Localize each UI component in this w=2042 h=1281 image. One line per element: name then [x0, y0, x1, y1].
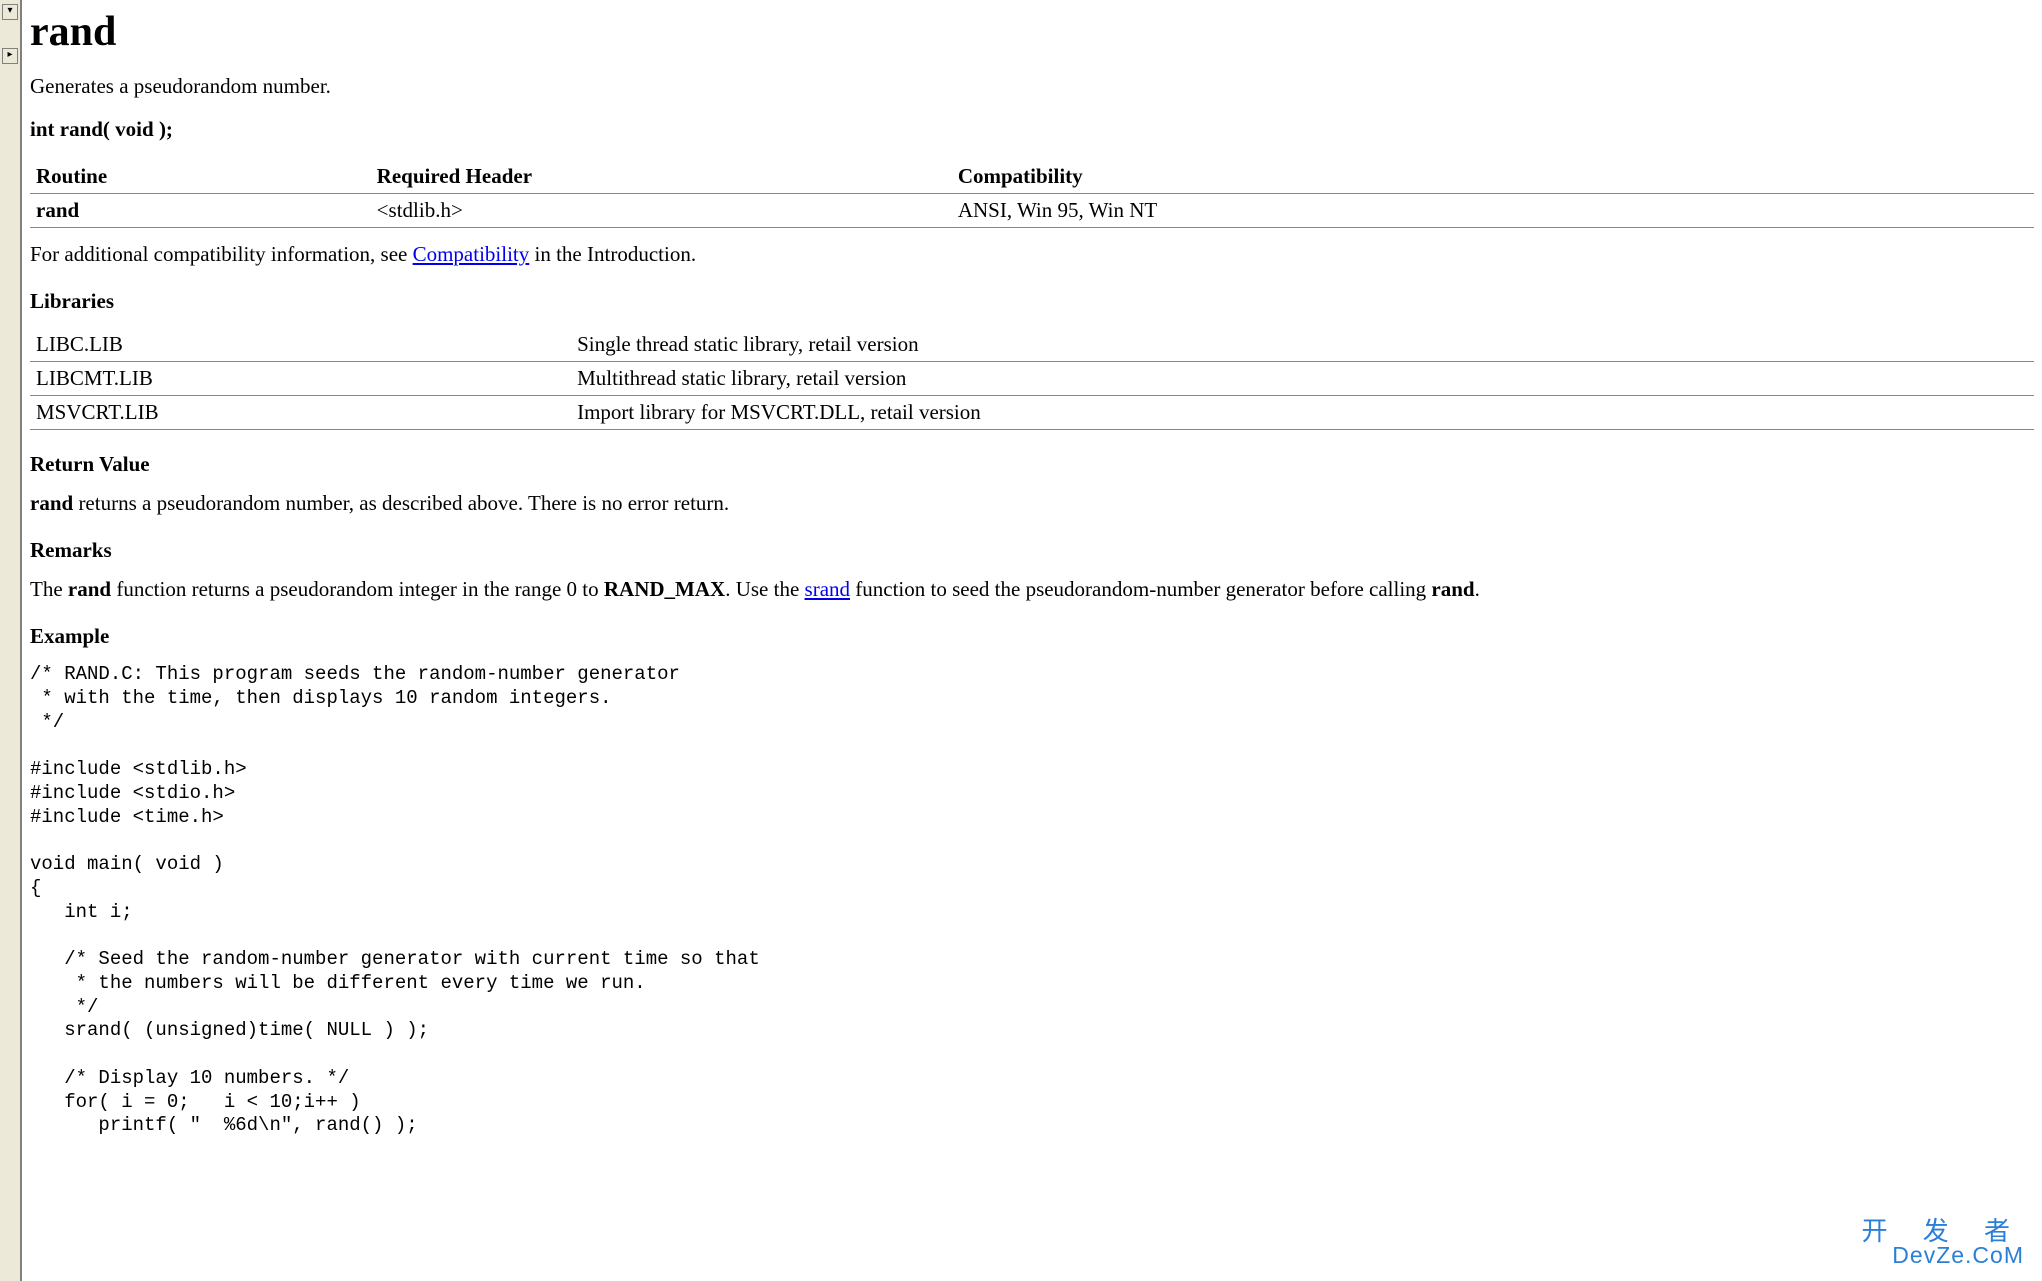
- compat-note-suffix: in the Introduction.: [529, 242, 696, 266]
- cell-compatibility: ANSI, Win 95, Win NT: [952, 194, 2034, 228]
- remarks-t1: The: [30, 577, 68, 601]
- rail-dropdown-button[interactable]: ▾: [2, 4, 18, 20]
- remarks-paragraph: The rand function returns a pseudorandom…: [30, 577, 2034, 602]
- lib-desc: Single thread static library, retail ver…: [571, 328, 2034, 362]
- libraries-heading: Libraries: [30, 289, 2034, 314]
- srand-link[interactable]: srand: [805, 577, 851, 601]
- rail-expand-button[interactable]: ▸: [2, 48, 18, 64]
- remarks-b2: RAND_MAX: [604, 577, 725, 601]
- cell-routine: rand: [30, 194, 371, 228]
- libraries-table: LIBC.LIB Single thread static library, r…: [30, 328, 2034, 430]
- summary-text: Generates a pseudorandom number.: [30, 74, 2034, 99]
- return-rest: returns a pseudorandom number, as descri…: [73, 491, 729, 515]
- compat-col-header: Required Header: [371, 160, 952, 194]
- compat-col-routine: Routine: [30, 160, 371, 194]
- lib-name: LIBCMT.LIB: [30, 362, 571, 396]
- remarks-t3: . Use the: [725, 577, 804, 601]
- remarks-heading: Remarks: [30, 538, 2034, 563]
- lib-name: LIBC.LIB: [30, 328, 571, 362]
- example-heading: Example: [30, 624, 2034, 649]
- table-row: LIBCMT.LIB Multithread static library, r…: [30, 362, 2034, 396]
- compat-note-prefix: For additional compatibility information…: [30, 242, 413, 266]
- remarks-t4: function to seed the pseudorandom-number…: [850, 577, 1431, 601]
- page-title: rand: [30, 8, 2034, 56]
- cell-required-header: <stdlib.h>: [371, 194, 952, 228]
- content-pane: rand Generates a pseudorandom number. in…: [22, 0, 2042, 1281]
- lib-desc: Multithread static library, retail versi…: [571, 362, 2034, 396]
- remarks-b3: rand: [1431, 577, 1474, 601]
- example-code-block: /* RAND.C: This program seeds the random…: [30, 663, 2034, 1138]
- remarks-b1: rand: [68, 577, 111, 601]
- remarks-t5: .: [1475, 577, 1480, 601]
- compat-col-compat: Compatibility: [952, 160, 2034, 194]
- remarks-t2: function returns a pseudorandom integer …: [111, 577, 604, 601]
- table-row: MSVCRT.LIB Import library for MSVCRT.DLL…: [30, 396, 2034, 430]
- lib-name: MSVCRT.LIB: [30, 396, 571, 430]
- function-signature: int rand( void );: [30, 117, 2034, 142]
- compat-table: Routine Required Header Compatibility ra…: [30, 160, 2034, 228]
- return-bold: rand: [30, 491, 73, 515]
- splitter-rail: ▾ ▸: [0, 0, 22, 1281]
- lib-desc: Import library for MSVCRT.DLL, retail ve…: [571, 396, 2034, 430]
- compatibility-link[interactable]: Compatibility: [413, 242, 530, 266]
- table-row: LIBC.LIB Single thread static library, r…: [30, 328, 2034, 362]
- compat-note: For additional compatibility information…: [30, 242, 2034, 267]
- return-paragraph: rand returns a pseudorandom number, as d…: [30, 491, 2034, 516]
- table-row: rand <stdlib.h> ANSI, Win 95, Win NT: [30, 194, 2034, 228]
- return-heading: Return Value: [30, 452, 2034, 477]
